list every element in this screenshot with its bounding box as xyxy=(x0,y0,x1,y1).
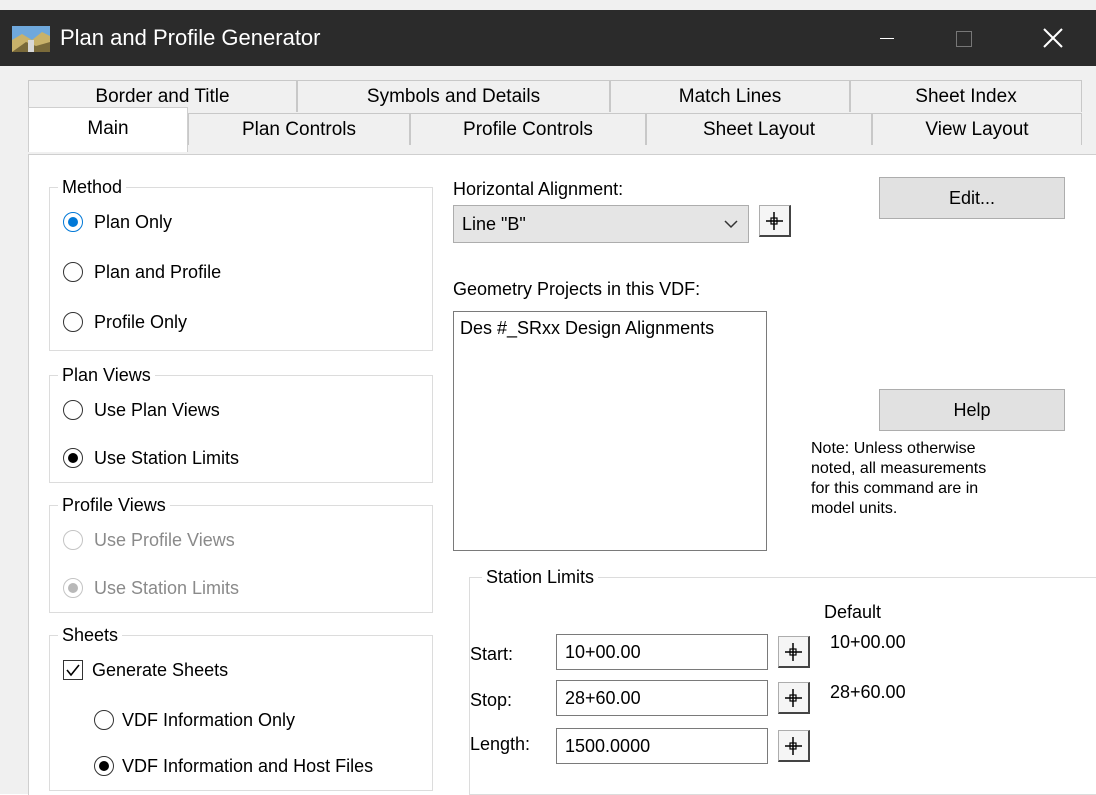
use-plan-views-label: Use Plan Views xyxy=(94,400,220,420)
plan-views-group: Plan Views Use Plan Views Use Station Li… xyxy=(49,363,433,483)
note-line-4: model units. xyxy=(811,500,898,517)
method-group: Method Plan Only Plan and Profile Profil… xyxy=(49,175,433,351)
close-button[interactable] xyxy=(1022,10,1084,66)
minimize-button[interactable] xyxy=(856,10,918,66)
stop-default-value: 28+60.00 xyxy=(830,682,906,702)
vdf-information-host-files-radio[interactable] xyxy=(94,756,114,776)
generate-sheets-checkbox[interactable] xyxy=(63,660,83,680)
note-line-1: Note: Unless otherwise xyxy=(811,440,976,457)
crosshair-pick-icon xyxy=(785,643,802,661)
default-header: Default xyxy=(824,602,882,622)
note-line-2: noted, all measurements xyxy=(811,460,987,477)
tab-view-layout[interactable]: View Layout xyxy=(872,113,1082,145)
profile-use-station-limits-label: Use Station Limits xyxy=(94,578,240,598)
start-pick-button[interactable] xyxy=(778,636,810,668)
start-station-input[interactable]: 10+00.00 xyxy=(556,634,768,670)
minimize-icon xyxy=(880,38,894,39)
geometry-project-item[interactable]: Des #_SRxx Design Alignments xyxy=(460,316,714,340)
length-value: 1500.0000 xyxy=(565,736,651,756)
horizontal-alignment-dropdown[interactable]: Line "B" xyxy=(453,205,749,243)
profile-only-radio[interactable] xyxy=(63,312,83,332)
profile-use-station-limits-radio[interactable] xyxy=(63,578,83,598)
plan-profile-generator-window: Plan and Profile Generator Border and Ti… xyxy=(0,0,1096,795)
vdf-information-host-files-label: VDF Information and Host Files xyxy=(122,756,374,776)
profile-views-legend: Profile Views xyxy=(58,493,170,517)
crosshair-pick-icon xyxy=(766,212,783,230)
tab-profile-controls[interactable]: Profile Controls xyxy=(410,113,646,145)
units-note: Note: Unless otherwise noted, all measur… xyxy=(811,439,986,519)
sheets-legend: Sheets xyxy=(58,623,123,647)
start-default-value: 10+00.00 xyxy=(830,632,906,652)
generate-sheets-label: Generate Sheets xyxy=(92,660,229,680)
sheets-group: Sheets Generate Sheets VDF Information O… xyxy=(49,623,433,791)
geometry-projects-label: Geometry Projects in this VDF: xyxy=(453,279,701,299)
tab-sheet-index[interactable]: Sheet Index xyxy=(850,80,1082,112)
note-line-3: for this command are in xyxy=(811,480,979,497)
main-tab-panel: Method Plan Only Plan and Profile Profil… xyxy=(28,154,1096,795)
stop-station-input[interactable]: 28+60.00 xyxy=(556,680,768,716)
tab-sheet-layout[interactable]: Sheet Layout xyxy=(646,113,872,145)
crosshair-pick-icon xyxy=(785,737,802,755)
plan-and-profile-label: Plan and Profile xyxy=(94,262,222,282)
tab-row-lower: Main Plan Controls Profile Controls Shee… xyxy=(28,107,1082,152)
geometry-projects-list[interactable]: Des #_SRxx Design Alignments xyxy=(453,311,767,551)
tab-plan-controls[interactable]: Plan Controls xyxy=(188,113,410,145)
stop-label: Stop: xyxy=(470,690,513,710)
station-limits-group: Station Limits Default Start: 10+00.00 1… xyxy=(469,565,1096,795)
stop-pick-button[interactable] xyxy=(778,682,810,714)
plan-only-label: Plan Only xyxy=(94,212,173,232)
alignment-pick-button[interactable] xyxy=(759,205,791,237)
start-label: Start: xyxy=(470,644,514,664)
plan-only-radio[interactable] xyxy=(63,212,83,232)
use-profile-views-label: Use Profile Views xyxy=(94,530,235,550)
close-icon xyxy=(1043,28,1063,48)
profile-views-group: Profile Views Use Profile Views Use Stat… xyxy=(49,493,433,613)
crosshair-pick-icon xyxy=(785,689,802,707)
maximize-button[interactable] xyxy=(934,10,996,66)
horizontal-alignment-value: Line "B" xyxy=(462,214,526,234)
window-title: Plan and Profile Generator xyxy=(60,25,321,50)
horizontal-alignment-label: Horizontal Alignment: xyxy=(453,179,624,199)
vdf-information-only-label: VDF Information Only xyxy=(122,710,296,730)
plan-and-profile-radio[interactable] xyxy=(63,262,83,282)
length-label: Length: xyxy=(470,734,531,754)
title-bar[interactable]: Plan and Profile Generator xyxy=(0,10,1096,66)
start-station-value: 10+00.00 xyxy=(565,642,641,662)
help-button[interactable]: Help xyxy=(879,389,1065,431)
station-limits-legend: Station Limits xyxy=(482,565,599,589)
tab-symbols-and-details[interactable]: Symbols and Details xyxy=(297,80,610,112)
length-pick-button[interactable] xyxy=(778,730,810,762)
tab-main[interactable]: Main xyxy=(28,107,188,152)
tab-match-lines[interactable]: Match Lines xyxy=(610,80,850,112)
stop-station-value: 28+60.00 xyxy=(565,688,641,708)
plan-profile-app-icon xyxy=(12,26,50,52)
vdf-information-only-radio[interactable] xyxy=(94,710,114,730)
use-plan-views-radio[interactable] xyxy=(63,400,83,420)
use-profile-views-radio[interactable] xyxy=(63,530,83,550)
profile-only-label: Profile Only xyxy=(94,312,188,332)
plan-use-station-limits-label: Use Station Limits xyxy=(94,448,240,468)
chevron-down-icon xyxy=(724,206,738,254)
maximize-icon xyxy=(956,31,972,47)
plan-use-station-limits-radio[interactable] xyxy=(63,448,83,468)
method-legend: Method xyxy=(58,175,127,199)
plan-views-legend: Plan Views xyxy=(58,363,155,387)
length-input[interactable]: 1500.0000 xyxy=(556,728,768,764)
edit-button[interactable]: Edit... xyxy=(879,177,1065,219)
checkmark-icon xyxy=(66,664,80,677)
